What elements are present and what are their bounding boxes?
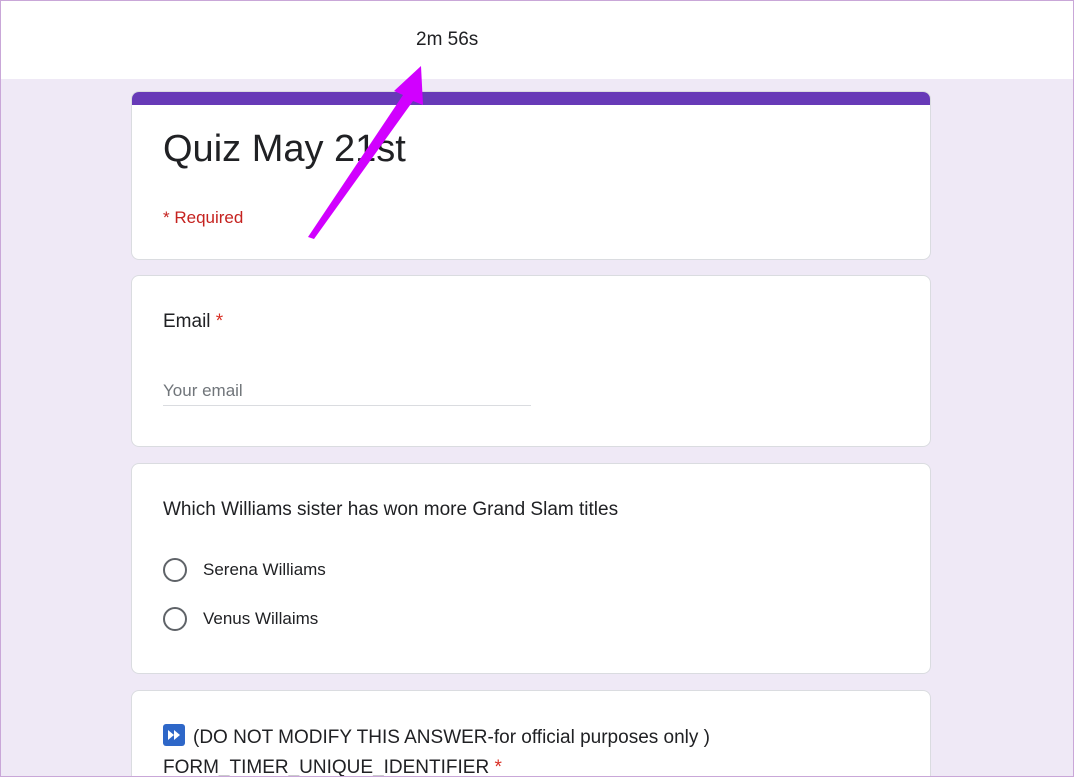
timer-bar: 2m 56s: [1, 1, 1073, 79]
timer-identifier-card: (DO NOT MODIFY THIS ANSWER-for official …: [131, 690, 931, 777]
timer-identifier-name-line: FORM_TIMER_UNIQUE_IDENTIFIER *: [163, 753, 710, 777]
tennis-question-label: Which Williams sister has won more Grand…: [163, 499, 619, 520]
required-asterisk: *: [215, 311, 224, 332]
form-accent-bar: [132, 92, 930, 105]
email-question-label: Email *: [163, 311, 223, 333]
option-label: Venus Willaims: [203, 609, 319, 628]
form-header-card: Quiz May 21st * Required: [131, 91, 931, 260]
timer-identifier-note: (DO NOT MODIFY THIS ANSWER-for official …: [193, 727, 710, 748]
fast-forward-icon: [163, 724, 185, 746]
option-venus-williams[interactable]: Venus Willaims: [163, 606, 318, 632]
required-asterisk: *: [494, 757, 502, 777]
email-question-text: Email: [163, 311, 211, 332]
radio-button-icon[interactable]: [163, 607, 187, 631]
required-note: * Required: [163, 208, 244, 227]
tennis-question-card: Which Williams sister has won more Grand…: [131, 463, 931, 674]
option-label: Serena Williams: [203, 560, 326, 579]
timer-identifier-label: (DO NOT MODIFY THIS ANSWER-for official …: [163, 723, 710, 777]
email-question-card: Email *: [131, 275, 931, 447]
timer-identifier-line: (DO NOT MODIFY THIS ANSWER-for official …: [163, 723, 710, 753]
radio-button-icon[interactable]: [163, 558, 187, 582]
form-title: Quiz May 21st: [163, 128, 406, 170]
form-page: 2m 56s Quiz May 21st * Required Email * …: [0, 0, 1074, 777]
timer-identifier-name: FORM_TIMER_UNIQUE_IDENTIFIER: [163, 757, 490, 777]
timer-countdown: 2m 56s: [416, 29, 479, 50]
email-input[interactable]: [163, 376, 531, 406]
option-serena-williams[interactable]: Serena Williams: [163, 557, 326, 583]
